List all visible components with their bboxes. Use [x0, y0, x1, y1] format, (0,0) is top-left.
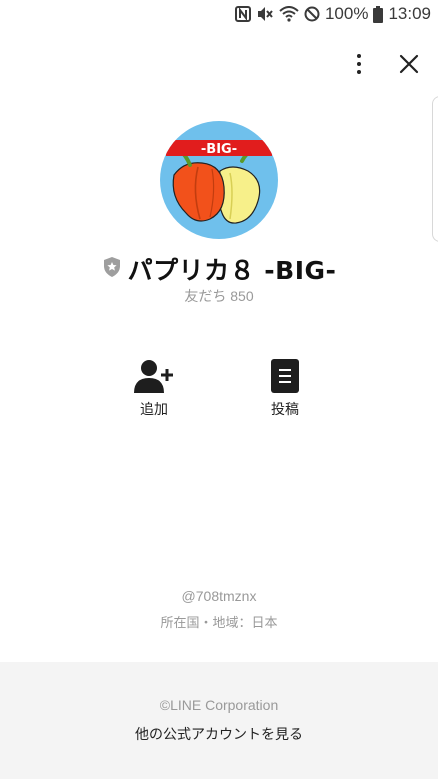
country-region: 所在国・地域：日本 — [160, 616, 278, 631]
account-avatar: -BIG- — [160, 121, 278, 239]
add-friend-icon — [134, 360, 173, 393]
post-icon — [271, 359, 299, 393]
battery-icon — [373, 5, 384, 23]
account-id: @708tmznx — [181, 588, 257, 604]
account-name-row: パプリカ８ -BIG- — [0, 251, 438, 287]
logo-text: -BIG- — [201, 142, 237, 157]
mute-icon — [256, 6, 274, 22]
wifi-icon — [279, 6, 299, 22]
battery-percent: 100% — [324, 4, 369, 23]
more-options-button[interactable] — [346, 50, 372, 78]
copyright: ©LINE Corporation — [159, 697, 279, 713]
more-dot — [357, 62, 361, 66]
footer: ©LINE Corporation 他の公式アカウントを見る — [0, 662, 438, 779]
close-icon — [399, 54, 419, 74]
do-not-disturb-icon — [304, 6, 320, 22]
status-icons: 100% 13:09 — [234, 4, 431, 24]
account-name: パプリカ８ -BIG- — [127, 256, 337, 285]
nfc-icon — [234, 6, 251, 22]
post-button[interactable]: 投稿 — [245, 358, 325, 419]
clock: 13:09 — [388, 4, 431, 23]
friends-count: 友だち 850 — [184, 288, 254, 304]
more-dot — [357, 70, 361, 74]
close-button[interactable] — [395, 50, 423, 78]
status-bar: 100% 13:09 — [0, 0, 438, 30]
more-vertical-icon — [357, 54, 361, 58]
post-label: 投稿 — [271, 402, 299, 418]
other-official-accounts-link[interactable]: 他の公式アカウントを見る — [0, 724, 438, 744]
add-friend-button[interactable]: 追加 — [114, 358, 194, 419]
add-friend-label: 追加 — [140, 402, 168, 418]
verified-shield-icon — [102, 256, 122, 282]
side-panel-handle[interactable] — [432, 96, 438, 242]
